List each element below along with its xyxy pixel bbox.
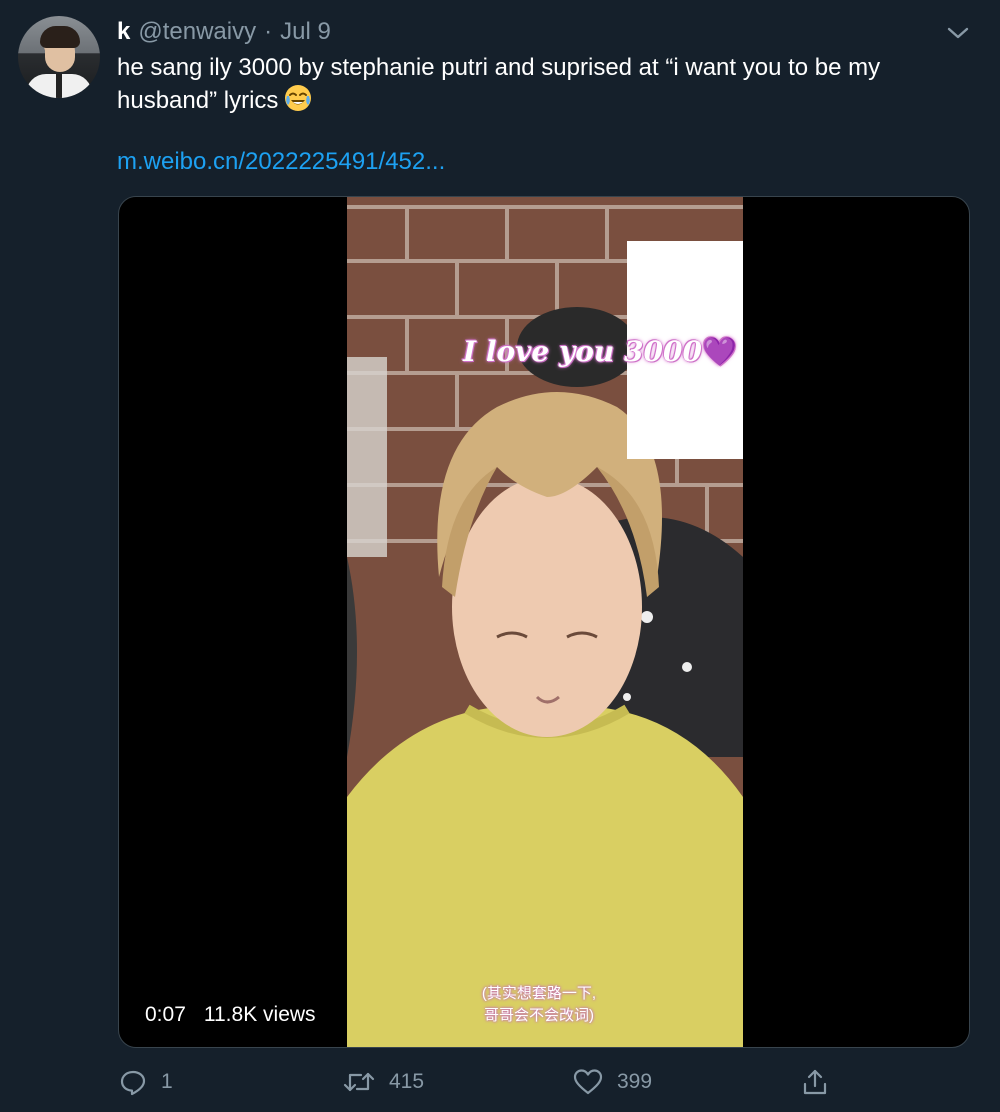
tweet-header: k @tenwaivy · Jul 9 (117, 16, 331, 48)
user-handle[interactable]: @tenwaivy (138, 18, 256, 46)
tweet-text: he sang ily 3000 by stephanie putri and … (117, 52, 977, 117)
display-name[interactable]: k (117, 18, 130, 46)
chevron-down-icon[interactable] (944, 22, 972, 44)
video-meta: 0:07 11.8K views (145, 1003, 316, 1027)
face-with-tears-of-joy-icon (284, 84, 312, 112)
purple-heart-icon: 💜 (701, 335, 737, 368)
like-count: 399 (617, 1070, 653, 1093)
like-button[interactable]: 399 (573, 1062, 652, 1102)
tweet-text-body: he sang ily 3000 by stephanie putri and … (117, 54, 881, 114)
tweet-date[interactable]: Jul 9 (280, 18, 331, 46)
video-time: 0:07 (145, 1003, 186, 1026)
video-subtitle: (其实想套路一下, 哥哥会不会改词) (459, 983, 619, 1027)
reply-button[interactable]: 1 (119, 1062, 173, 1102)
reply-icon (120, 1070, 146, 1096)
share-button[interactable] (801, 1062, 843, 1102)
subtitle-line-1: (其实想套路一下, (481, 985, 597, 1002)
share-icon (803, 1069, 827, 1095)
reply-count: 1 (161, 1070, 173, 1093)
tweet: k @tenwaivy · Jul 9 he sang ily 3000 by … (0, 0, 1000, 1112)
video-views: 11.8K views (203, 1003, 316, 1026)
overlay-title-text: I love you 3000 (463, 335, 702, 368)
retweet-button[interactable]: 415 (343, 1062, 424, 1102)
avatar-tie (56, 74, 62, 98)
action-bar: 1 415 399 (117, 1062, 837, 1102)
separator-dot: · (264, 18, 273, 45)
video-frame: I love you 3000💜 (其实想套路一下, 哥哥会不会改词) (347, 197, 743, 1047)
weibo-link[interactable]: m.weibo.cn/2022225491/452... (117, 148, 445, 176)
video-player[interactable]: I love you 3000💜 (其实想套路一下, 哥哥会不会改词) 0:07… (118, 196, 970, 1048)
subtitle-line-2: 哥哥会不会改词) (484, 1007, 594, 1024)
overlay-title: I love you 3000💜 (463, 335, 737, 368)
heart-icon (573, 1069, 603, 1095)
avatar[interactable] (18, 16, 100, 98)
retweet-icon (343, 1072, 375, 1092)
avatar-hair (40, 26, 80, 48)
retweet-count: 415 (389, 1070, 425, 1093)
